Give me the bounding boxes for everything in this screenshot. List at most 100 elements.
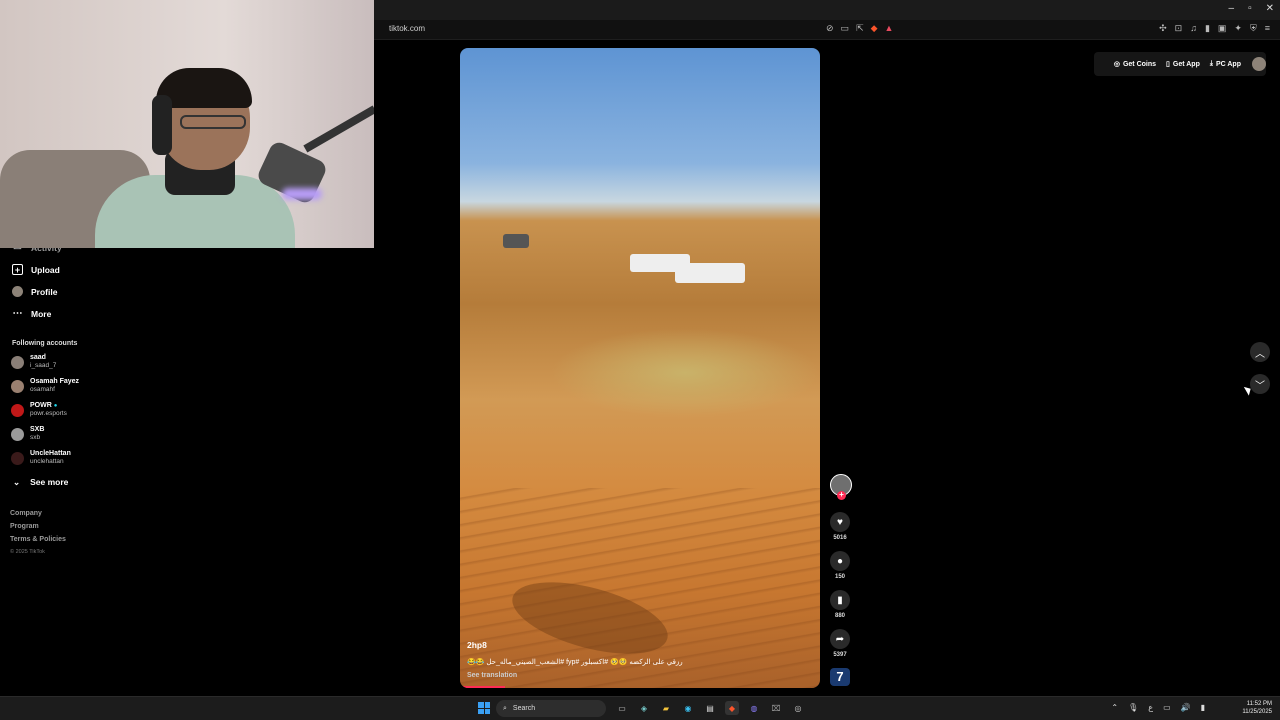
file-explorer-icon[interactable]: ▰ xyxy=(659,701,673,715)
get-coins-button[interactable]: ◎ Get Coins xyxy=(1109,60,1161,69)
brave-icon[interactable]: ◆ xyxy=(725,701,739,715)
following-account[interactable]: Osamah Fayez osamahf xyxy=(11,378,79,394)
following-accounts-title: Following accounts xyxy=(12,340,78,347)
comment-icon: ● xyxy=(830,551,850,571)
volume-icon[interactable]: 🔊 xyxy=(1181,703,1191,712)
language-icon[interactable]: ع xyxy=(1148,703,1153,712)
account-name: POWR xyxy=(30,402,52,409)
video-player[interactable]: 2hp8 رزقي على الركضه 🥺🥺 #اكسبلور #fyp #ا… xyxy=(460,48,820,688)
following-account[interactable]: saad i_saad_7 xyxy=(11,354,56,370)
like-button[interactable]: ♥ 5016 xyxy=(828,512,852,541)
desert-grass xyxy=(550,328,820,418)
discord-icon[interactable]: ◍ xyxy=(747,701,761,715)
follow-plus-icon[interactable]: + xyxy=(837,491,846,500)
url-text[interactable]: tiktok.com xyxy=(389,24,425,33)
footer-link-terms[interactable]: Terms & Policies xyxy=(10,536,66,543)
copyright-text: © 2025 TikTok xyxy=(10,549,45,555)
get-app-label: Get App xyxy=(1172,60,1200,68)
save-button[interactable]: ▮ 880 xyxy=(828,590,852,619)
media-icon[interactable]: ♫ xyxy=(1190,23,1197,34)
get-app-button[interactable]: ▯ Get App xyxy=(1161,60,1205,69)
account-name: UncleHattan xyxy=(30,450,71,457)
taskbar-apps: ▭ ◈ ▰ ◉ ▤ ◆ ◍ ⌧ ◎ xyxy=(615,701,805,715)
extension-icons: ✣ ⊡ ♫ ▮ ▣ ✦ ⛨ ≡ xyxy=(1159,23,1270,34)
menu-icon[interactable]: ≡ xyxy=(1265,23,1270,34)
vpn-icon[interactable]: ⛨ xyxy=(1250,23,1257,34)
account-handle: sxb xyxy=(30,434,41,441)
search-icon: ⌕ xyxy=(503,704,507,712)
network-icon[interactable]: ▭ xyxy=(1163,703,1171,712)
avatar xyxy=(11,427,24,441)
more-dots-icon: ⋯ xyxy=(12,308,23,319)
microphone-icon[interactable]: 🎙 xyxy=(1128,703,1138,712)
avatar xyxy=(11,403,24,417)
comment-button[interactable]: ● 150 xyxy=(828,551,852,580)
account-handle: unclehattan xyxy=(30,458,64,465)
vehicle xyxy=(503,234,529,248)
extensions-icon[interactable]: ✣ xyxy=(1159,23,1167,34)
avatar[interactable] xyxy=(1252,57,1266,71)
minimize-button[interactable]: – xyxy=(1229,3,1235,14)
following-account[interactable]: SXB sxb xyxy=(11,426,44,442)
terminal-icon[interactable]: ⌧ xyxy=(769,701,783,715)
wallet-icon[interactable]: ▣ xyxy=(1218,23,1227,34)
task-view-icon[interactable]: ▭ xyxy=(615,701,629,715)
brave-shields-icon[interactable]: ◆ xyxy=(871,23,878,34)
avatar xyxy=(11,379,24,393)
see-more-button[interactable]: ⌄ See more xyxy=(13,477,68,488)
sidebar-item-profile[interactable]: Profile xyxy=(12,286,57,297)
tray-chevron-icon[interactable]: ⌃ xyxy=(1111,703,1118,712)
video-author[interactable]: 2hp8 xyxy=(467,640,487,650)
chevron-down-icon: ⌄ xyxy=(13,477,21,487)
edge-icon[interactable]: ◉ xyxy=(681,701,695,715)
save-count: 880 xyxy=(834,613,845,619)
windows-start-icon[interactable] xyxy=(478,702,490,714)
see-translation-link[interactable]: See translation xyxy=(467,672,517,679)
mute-tab-icon[interactable]: ⊘ xyxy=(826,23,834,34)
video-progress-bar[interactable] xyxy=(460,686,505,688)
coin-icon: ◎ xyxy=(1113,61,1120,68)
sidebar-item-label: More xyxy=(31,308,52,319)
next-video-button[interactable]: ﹀ xyxy=(1250,374,1270,394)
pc-app-button[interactable]: ⤓ PC App xyxy=(1205,60,1246,68)
battery-icon[interactable]: ▮ xyxy=(1201,703,1205,712)
sidebar-toggle-icon[interactable]: ▮ xyxy=(1205,23,1210,34)
vehicle xyxy=(675,263,745,283)
sidebar-item-label: Profile xyxy=(31,286,58,297)
share-count: 5397 xyxy=(833,652,847,658)
leo-icon[interactable]: ✦ xyxy=(1234,23,1242,34)
bookmark-icon: ▮ xyxy=(830,590,850,610)
share-button[interactable]: ➦ 5397 xyxy=(828,629,852,658)
maximize-button[interactable]: ▫ xyxy=(1248,3,1252,14)
previous-video-button[interactable]: ︿ xyxy=(1250,342,1270,362)
screenshot-icon[interactable]: ⊡ xyxy=(1175,23,1183,34)
avatar xyxy=(11,451,24,465)
close-window-button[interactable]: ✕ xyxy=(1266,3,1274,14)
avatar xyxy=(11,355,24,369)
get-coins-label: Get Coins xyxy=(1122,60,1157,68)
copilot-icon[interactable]: ◈ xyxy=(637,701,651,715)
sidebar-item-upload[interactable]: + Upload xyxy=(12,264,60,275)
account-name: saad xyxy=(30,354,46,361)
following-account[interactable]: POWR ● powr.esports xyxy=(11,402,67,418)
taskbar-clock[interactable]: 11:52 PM 11/25/2025 xyxy=(1242,700,1272,716)
music-disc-button[interactable]: 7 xyxy=(830,668,850,686)
footer-link-company[interactable]: Company xyxy=(10,510,42,517)
mic-arm-shape xyxy=(303,105,374,153)
download-icon: ⤓ xyxy=(1209,60,1213,67)
footer-link-program[interactable]: Program xyxy=(10,523,39,530)
verified-badge-icon: ● xyxy=(53,403,58,409)
chevron-up-icon: ︿ xyxy=(1255,348,1265,360)
store-icon[interactable]: ▤ xyxy=(703,701,717,715)
sidebar-item-more[interactable]: ⋯ More xyxy=(12,308,52,319)
following-account[interactable]: UncleHattan unclehattan xyxy=(11,450,71,466)
obs-icon[interactable]: ◎ xyxy=(791,701,805,715)
brave-rewards-icon[interactable]: ▲ xyxy=(885,23,894,34)
address-bar-icons: ⊘ ▭ ⇱ ◆ ▲ xyxy=(826,23,893,34)
headphone-shape xyxy=(152,95,172,155)
account-handle: powr.esports xyxy=(30,410,67,417)
account-handle: osamahf xyxy=(30,386,55,393)
taskbar-search[interactable]: ⌕ Search xyxy=(496,700,606,717)
share-icon[interactable]: ⇱ xyxy=(856,23,864,34)
cast-icon[interactable]: ▭ xyxy=(841,23,850,34)
